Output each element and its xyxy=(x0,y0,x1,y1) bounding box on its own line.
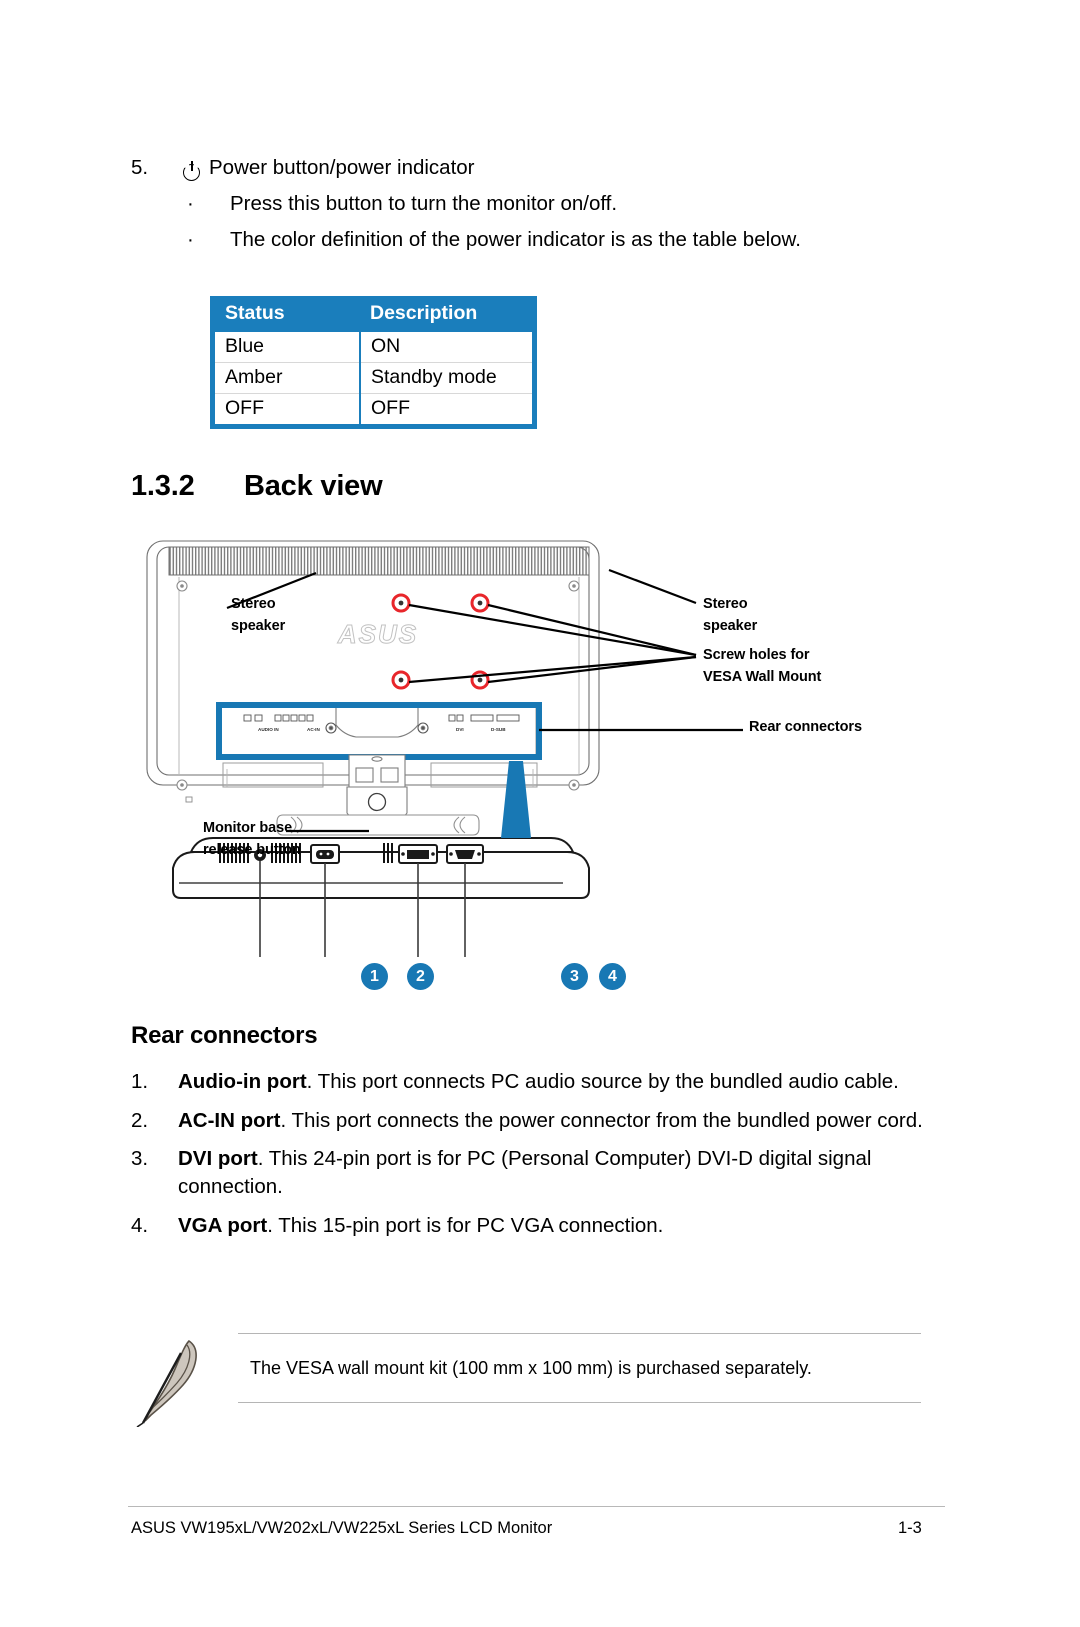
table-row: Blue ON xyxy=(215,332,532,363)
label-vesa-screw-holes: Screw holes for VESA Wall Mount xyxy=(703,647,822,685)
list-item: 2. AC-IN port. This port connects the po… xyxy=(131,1107,931,1135)
section-title: Back view xyxy=(244,470,383,502)
list-item-desc: . This 15-pin port is for PC VGA connect… xyxy=(267,1213,664,1237)
note-text: The VESA wall mount kit (100 mm x 100 mm… xyxy=(250,1357,812,1378)
callout-marker-3: 3 xyxy=(561,963,588,990)
port-label-ac-in: AC-IN xyxy=(307,727,320,732)
list-item-text: VGA port. This 15-pin port is for PC VGA… xyxy=(178,1212,931,1240)
list-item-desc: . This 24-pin port is for PC (Personal C… xyxy=(178,1147,872,1199)
label-rear-connectors: Rear connectors xyxy=(749,719,862,735)
list-item-text: DVI port. This 24-pin port is for PC (Pe… xyxy=(178,1145,931,1200)
list-item: 3. DVI port. This 24-pin port is for PC … xyxy=(131,1145,931,1200)
dvi-port xyxy=(398,844,438,864)
list-item-number: 4. xyxy=(131,1213,149,1237)
label-stereo-speaker-right: Stereo speaker xyxy=(703,596,758,634)
item-5-bullet-0: · Press this button to turn the monitor … xyxy=(183,191,921,215)
list-item-term: AC-IN port xyxy=(178,1108,281,1132)
table-header-description: Description xyxy=(360,296,532,332)
note-callout: The VESA wall mount kit (100 mm x 100 mm… xyxy=(131,1333,921,1427)
item-5-title: Power button/power indicator xyxy=(209,156,475,179)
bullet-text: Press this button to turn the monitor on… xyxy=(230,191,618,215)
item-5-block: 5. Power button/power indicator · Press … xyxy=(131,156,921,267)
table-row: Amber Standby mode xyxy=(215,362,532,394)
power-icon xyxy=(183,161,202,181)
list-item-number: 1. xyxy=(131,1070,149,1093)
list-item-text: AC-IN port. This port connects the power… xyxy=(178,1107,931,1135)
list-item-term: DVI port xyxy=(178,1147,258,1171)
bullet-text: The color definition of the power indica… xyxy=(230,228,801,251)
monitor-back-view-diagram: ASUS AUDIO IN AC-IN DVI D-SUB Stereo spe… xyxy=(131,525,931,1015)
vga-port xyxy=(446,844,484,864)
list-item-number: 3. xyxy=(131,1147,149,1171)
rear-connectors-list: 1. Audio-in port. This port connects PC … xyxy=(131,1068,931,1250)
ac-in-socket xyxy=(310,844,340,864)
bullet-marker: · xyxy=(187,228,194,251)
table-cell-status: Amber xyxy=(215,362,361,394)
list-item-term: Audio-in port xyxy=(178,1070,307,1093)
table-cell-description: Standby mode xyxy=(360,362,532,394)
item-5-bullet-1: · The color definition of the power indi… xyxy=(183,228,921,251)
list-item-number: 2. xyxy=(131,1108,149,1132)
table-row: OFF OFF xyxy=(215,393,532,424)
port-label-dvi: DVI xyxy=(456,727,464,732)
document-page: 5. Power button/power indicator · Press … xyxy=(0,0,1080,1627)
callout-marker-4: 4 xyxy=(599,963,626,990)
asus-brand-logo: ASUS xyxy=(337,619,418,649)
list-item: 4. VGA port. This 15-pin port is for PC … xyxy=(131,1212,931,1240)
list-item-desc: . This port connects the power connector… xyxy=(280,1108,923,1132)
label-stereo-speaker-left: Stereo speaker xyxy=(231,596,286,634)
list-item-text: Audio-in port. This port connects PC aud… xyxy=(178,1068,931,1096)
footer-product-name: ASUS VW195xL/VW202xL/VW225xL Series LCD … xyxy=(131,1519,553,1537)
list-item-term: VGA port xyxy=(178,1213,268,1237)
section-number: 1.3.2 xyxy=(131,470,195,502)
table-header-status: Status xyxy=(215,296,360,332)
table-cell-status: OFF xyxy=(215,393,361,424)
table-cell-status: Blue xyxy=(215,332,361,363)
callout-marker-1: 1 xyxy=(361,963,388,990)
footer-divider xyxy=(128,1506,945,1507)
list-item: 1. Audio-in port. This port connects PC … xyxy=(131,1068,931,1096)
port-label-audio-in: AUDIO IN xyxy=(258,727,279,732)
section-heading: 1.3.2 Back view xyxy=(131,470,383,503)
port-label-dsub: D-SUB xyxy=(491,727,506,732)
rear-connectors-heading: Rear connectors xyxy=(131,1022,318,1049)
bullet-marker: · xyxy=(187,191,194,215)
item-5-number: 5. xyxy=(131,156,149,179)
table-header-row: Status Description xyxy=(215,296,532,332)
table-cell-description: ON xyxy=(360,332,532,363)
list-item-desc: . This port connects PC audio source by … xyxy=(306,1070,899,1093)
note-body: The VESA wall mount kit (100 mm x 100 mm… xyxy=(238,1333,921,1403)
footer-page-number: 1-3 xyxy=(898,1519,922,1537)
table-cell-description: OFF xyxy=(360,393,532,424)
callout-marker-2: 2 xyxy=(407,963,434,990)
quill-pen-icon xyxy=(136,1339,197,1427)
status-description-table: Status Description Blue ON Amber Standby… xyxy=(210,296,537,429)
label-monitor-base-release-button: Monitor base release button xyxy=(203,820,301,858)
item-5-title-row: 5. Power button/power indicator xyxy=(131,156,921,181)
